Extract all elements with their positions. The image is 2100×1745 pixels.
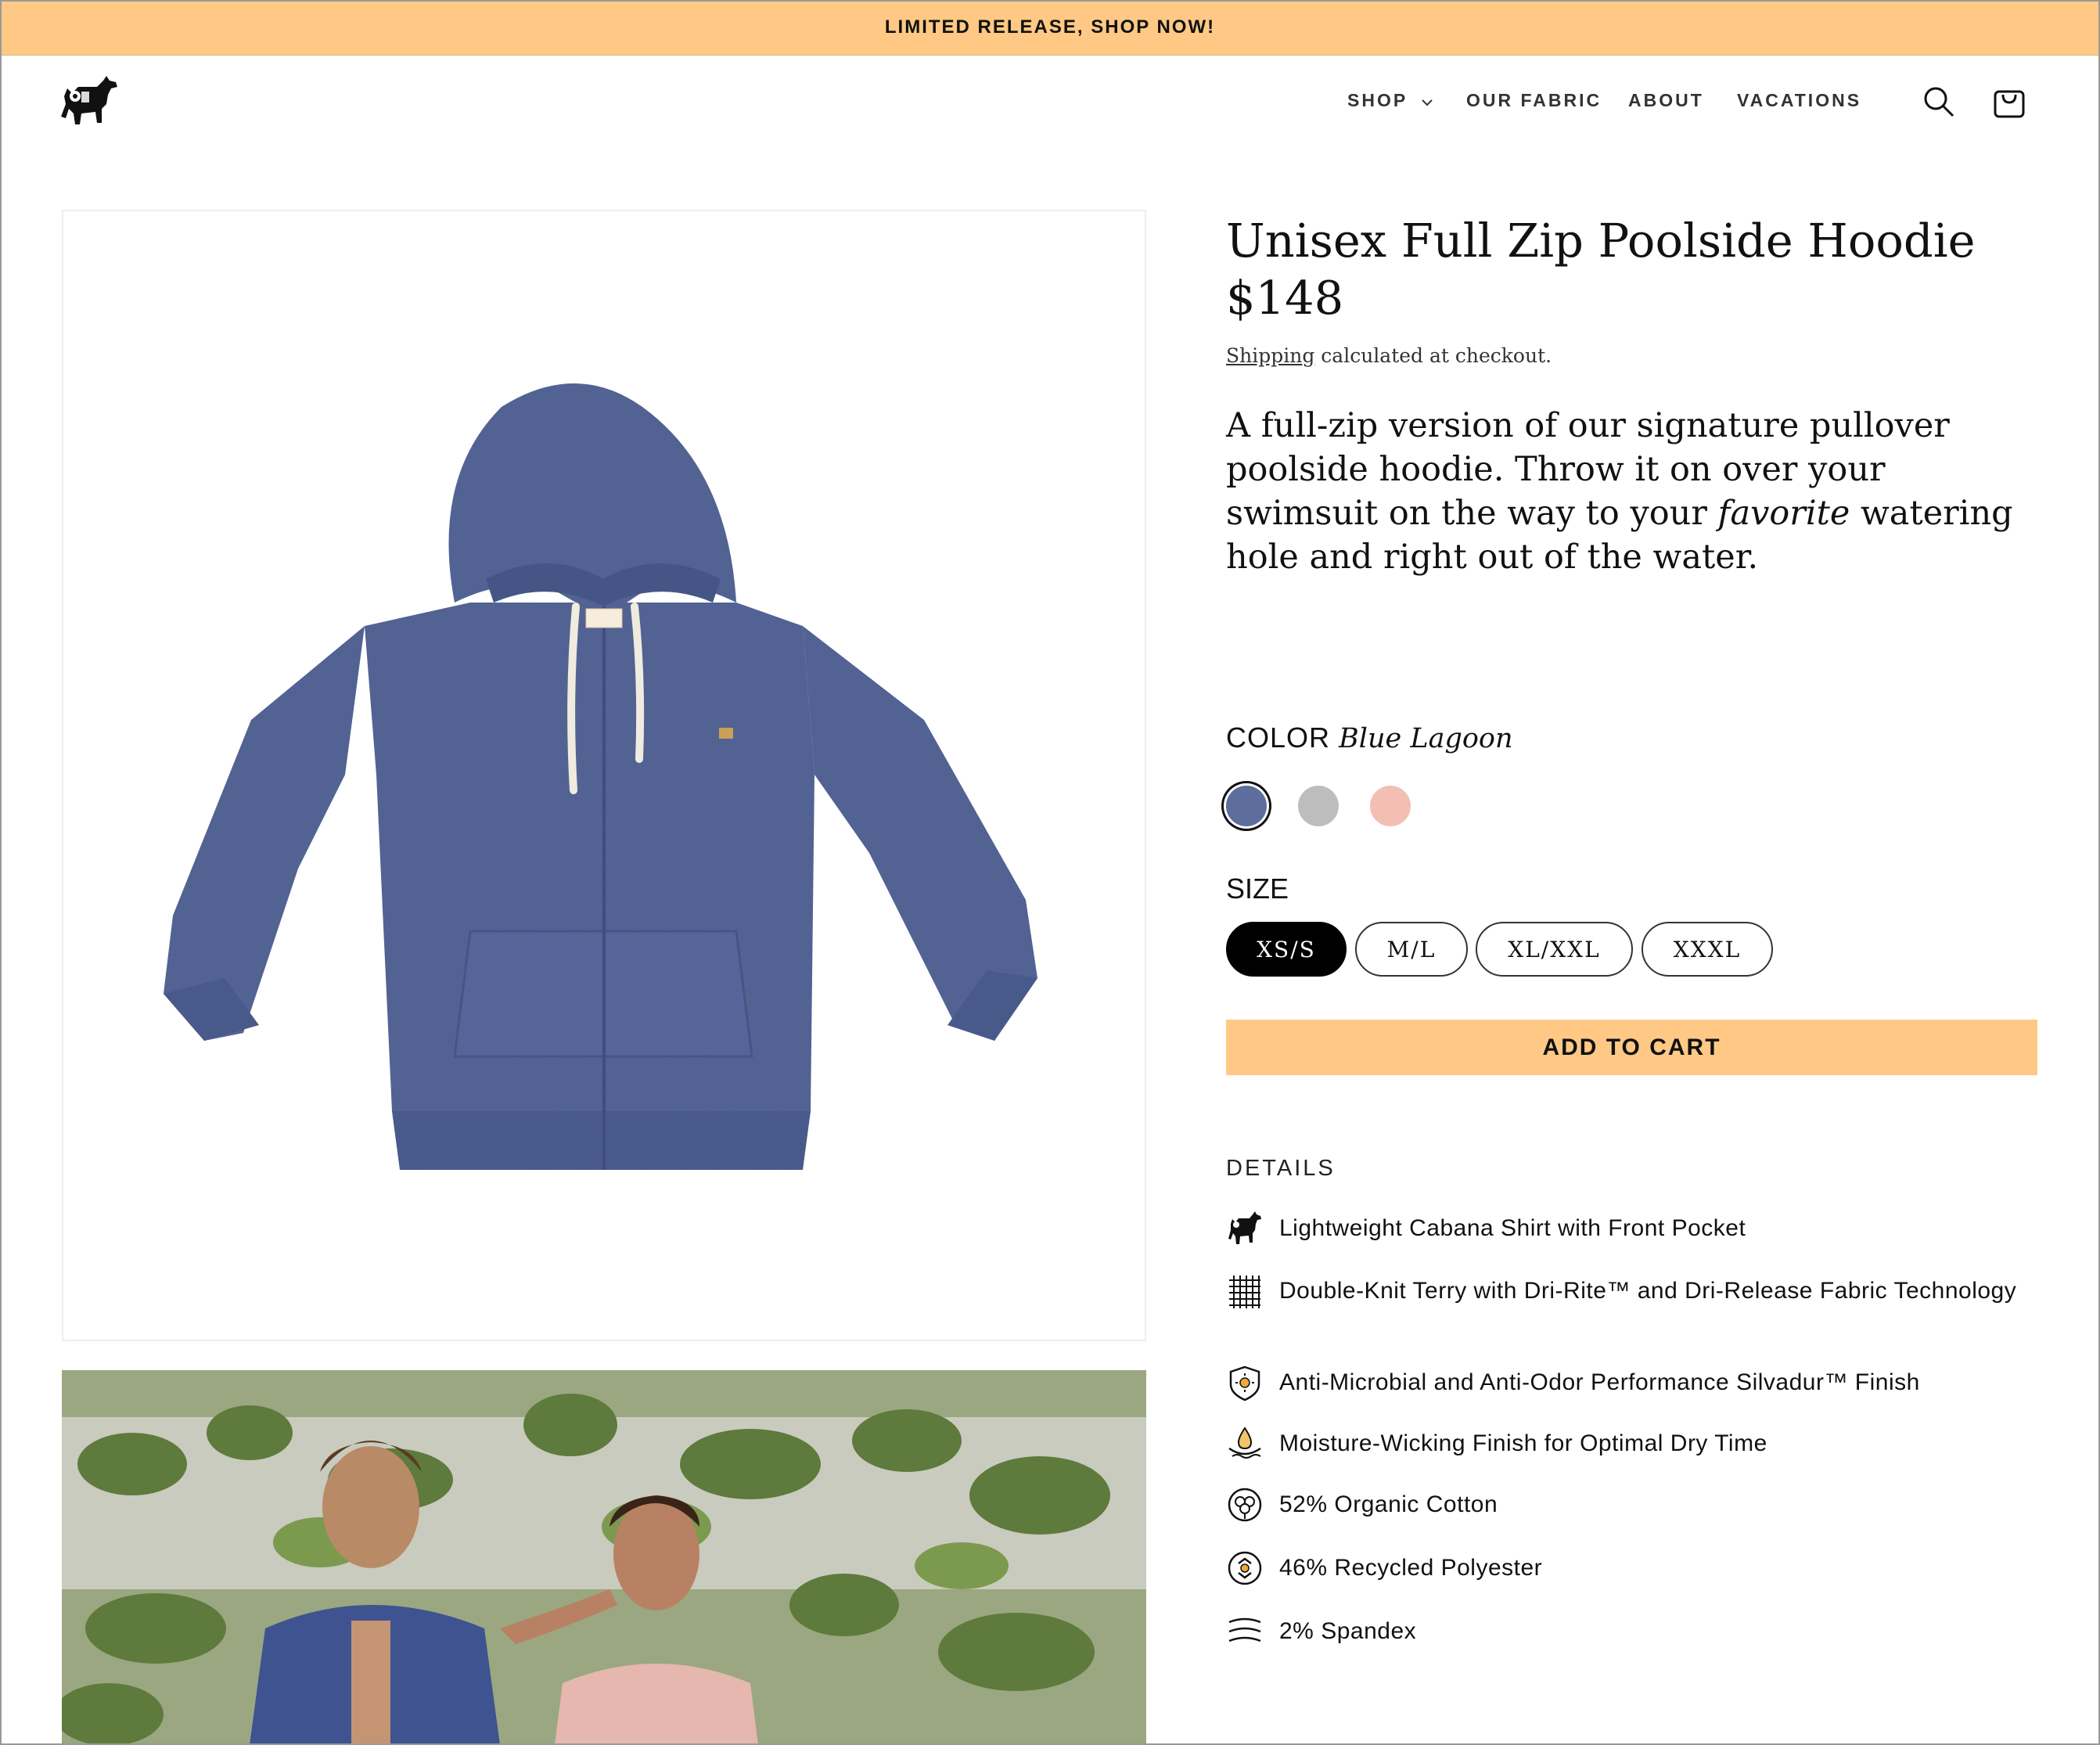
nav-shop[interactable]: SHOP [1347,90,1408,111]
product-title: Unisex Full Zip Poolside Hoodie [1226,214,1976,268]
add-to-cart-button[interactable]: ADD TO CART [1226,1020,2037,1075]
details-heading: DETAILS [1226,1156,1336,1181]
product-image-main[interactable] [62,210,1146,1341]
color-swatch[interactable] [1226,786,1267,826]
nav-about[interactable]: ABOUT [1628,90,1704,111]
goat-icon [1228,1211,1261,1244]
moisture-drop-icon [1228,1427,1261,1459]
detail-text: Moisture-Wicking Finish for Optimal Dry … [1279,1430,1767,1456]
detail-text: 52% Organic Cotton [1279,1491,1498,1517]
shipping-note-text: calculated at checkout. [1314,344,1552,367]
hoodie-image [164,383,1037,1170]
stretch-icon [1228,1617,1261,1642]
search-icon[interactable] [1922,85,1956,119]
detail-text: Anti-Microbial and Anti-Odor Performance… [1279,1369,1920,1395]
detail-text: Lightweight Cabana Shirt with Front Pock… [1279,1215,1746,1241]
recycle-icon [1228,1551,1262,1585]
description-italic: favorite [1717,494,1850,533]
cart-icon[interactable] [1992,84,2026,120]
color-label-text: COLOR [1226,721,1331,754]
chevron-down-icon[interactable] [1420,95,1434,110]
announcement-text[interactable]: LIMITED RELEASE, SHOP NOW! [885,16,1215,38]
goat-logo-icon[interactable] [58,73,120,132]
size-option[interactable]: XS/S [1226,922,1347,977]
color-swatch[interactable] [1298,786,1339,826]
product-price: $148 [1226,271,1344,325]
color-label: COLOR Blue Lagoon [1226,721,1513,754]
nav-vacations[interactable]: VACATIONS [1737,90,1861,111]
fabric-grid-icon [1229,1275,1260,1308]
announcement-bar[interactable]: LIMITED RELEASE, SHOP NOW! [0,0,2100,56]
size-label: SIZE [1226,872,1289,905]
color-value: Blue Lagoon [1339,723,1513,754]
size-option[interactable]: M/L [1355,922,1468,977]
nav-our-fabric[interactable]: OUR FABRIC [1466,90,1602,111]
detail-text: 2% Spandex [1279,1618,1417,1644]
size-option[interactable]: XL/XXL [1476,922,1633,977]
shipping-link[interactable]: Shipping [1226,344,1314,367]
detail-text: Double-Knit Terry with Dri-Rite™ and Dri… [1279,1278,2017,1304]
shield-sun-icon [1229,1365,1260,1401]
product-description: A full-zip version of our signature pull… [1226,404,2016,579]
shipping-note: Shipping calculated at checkout. [1226,344,1552,367]
color-swatch[interactable] [1370,786,1411,826]
cotton-icon [1228,1488,1262,1522]
product-image-lifestyle[interactable] [62,1370,1146,1745]
lifestyle-photo [62,1370,1146,1745]
site-header: SHOP OUR FABRIC ABOUT VACATIONS [0,56,2100,149]
detail-text: 46% Recycled Polyester [1279,1555,1543,1581]
size-option[interactable]: XXXL [1642,922,1773,977]
